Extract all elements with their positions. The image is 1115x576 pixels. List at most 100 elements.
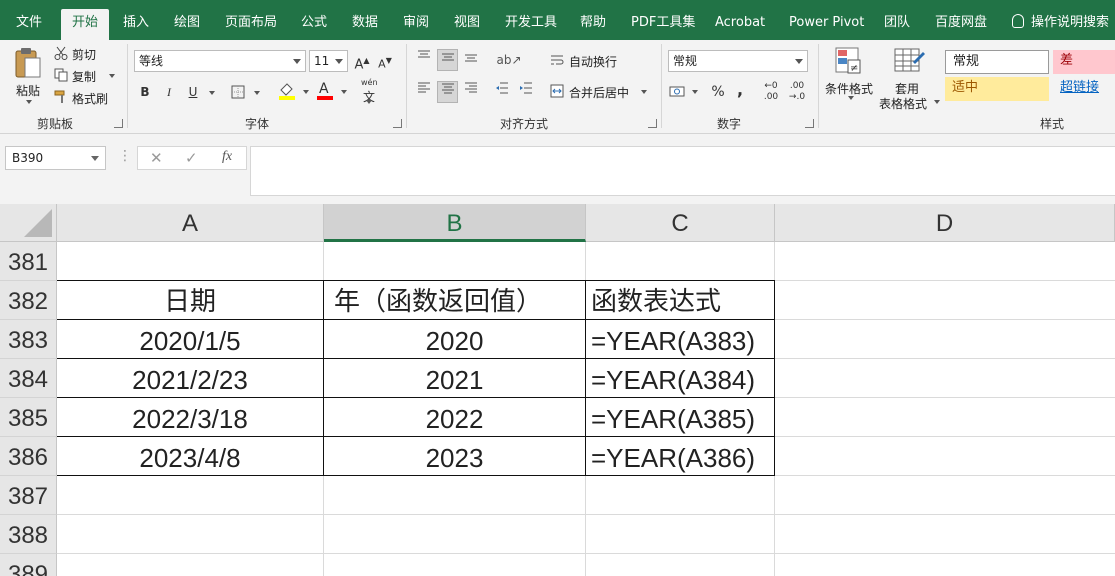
- table-header-formula[interactable]: 函数表达式: [586, 281, 774, 320]
- font-name-combo[interactable]: 等线: [134, 50, 306, 72]
- align-bottom-button[interactable]: [461, 49, 481, 71]
- column-header-d[interactable]: D: [775, 204, 1115, 242]
- row-header[interactable]: 387: [0, 476, 57, 515]
- tab-page-layout[interactable]: 页面布局: [214, 9, 288, 40]
- tab-view[interactable]: 视图: [443, 9, 491, 40]
- lightbulb-icon: [1012, 14, 1024, 28]
- table-cell-date[interactable]: 2021/2/23: [57, 359, 323, 398]
- tab-baidu-netdisk[interactable]: 百度网盘: [924, 9, 998, 40]
- name-box[interactable]: B390: [5, 146, 106, 170]
- column-header-a[interactable]: A: [57, 204, 324, 242]
- borders-button[interactable]: [231, 84, 261, 100]
- paste-icon: [15, 48, 41, 78]
- align-center-button[interactable]: [437, 81, 458, 103]
- style-hyperlink[interactable]: 超链接: [1053, 77, 1115, 101]
- style-bad[interactable]: 差: [1053, 50, 1115, 74]
- table-cell-formula[interactable]: =YEAR(A386): [586, 437, 774, 476]
- tab-draw[interactable]: 绘图: [163, 9, 211, 40]
- style-neutral[interactable]: 适中: [945, 77, 1049, 101]
- tab-review[interactable]: 审阅: [392, 9, 440, 40]
- decrease-indent-button[interactable]: [492, 81, 512, 103]
- table-cell-date[interactable]: 2023/4/8: [57, 437, 323, 476]
- format-painter-button[interactable]: 格式刷: [54, 90, 118, 106]
- formula-input[interactable]: [250, 146, 1115, 196]
- accounting-format-button[interactable]: [669, 84, 701, 100]
- row-header[interactable]: 382: [0, 281, 57, 320]
- underline-button[interactable]: U: [184, 81, 202, 103]
- grow-font-button[interactable]: A▲: [353, 50, 371, 72]
- tab-acrobat[interactable]: Acrobat: [704, 9, 776, 40]
- font-size-combo[interactable]: 11: [309, 50, 348, 72]
- conditional-formatting-button[interactable]: ≠ 条件格式: [823, 46, 875, 108]
- table-cell-formula[interactable]: =YEAR(A385): [586, 398, 774, 437]
- number-launcher-icon[interactable]: [805, 119, 814, 128]
- paste-button[interactable]: 粘贴: [8, 44, 48, 106]
- fill-color-button[interactable]: [278, 82, 310, 102]
- tab-file[interactable]: 文件: [5, 9, 53, 40]
- column-header-c[interactable]: C: [586, 204, 775, 242]
- percent-style-button[interactable]: %: [709, 81, 727, 103]
- align-top-button[interactable]: [414, 49, 434, 71]
- bold-button[interactable]: B: [136, 81, 154, 103]
- insert-function-icon[interactable]: fx: [222, 149, 232, 165]
- row-header[interactable]: 389: [0, 554, 57, 576]
- table-cell-year[interactable]: 2020: [324, 320, 585, 359]
- row-header[interactable]: 386: [0, 437, 57, 476]
- increase-decimal-button[interactable]: ←0.00: [760, 81, 782, 103]
- column-header-b[interactable]: B: [324, 204, 586, 242]
- tab-team[interactable]: 团队: [873, 9, 921, 40]
- table-cell-date[interactable]: 2022/3/18: [57, 398, 323, 437]
- more-options-icon[interactable]: ⋮: [118, 148, 132, 164]
- table-cell-year[interactable]: 2021: [324, 359, 585, 398]
- row-header[interactable]: 383: [0, 320, 57, 359]
- underline-dropdown-icon[interactable]: [209, 91, 215, 95]
- style-normal[interactable]: 常规: [945, 50, 1049, 74]
- gridline: [57, 514, 1115, 515]
- tab-help[interactable]: 帮助: [569, 9, 617, 40]
- alignment-launcher-icon[interactable]: [648, 119, 657, 128]
- increase-indent-button[interactable]: [516, 81, 536, 103]
- number-format-combo[interactable]: 常规: [668, 50, 808, 72]
- enter-icon[interactable]: ✓: [185, 149, 198, 167]
- row-header[interactable]: 381: [0, 242, 57, 281]
- table-cell-date[interactable]: 2020/1/5: [57, 320, 323, 359]
- table-cell-formula[interactable]: =YEAR(A384): [586, 359, 774, 398]
- align-left-button[interactable]: [414, 81, 434, 103]
- table-header-date[interactable]: 日期: [57, 281, 323, 320]
- merge-center-button[interactable]: 合并后居中: [550, 84, 650, 100]
- comma-style-button[interactable]: ,: [733, 79, 747, 101]
- table-cell-formula[interactable]: =YEAR(A383): [586, 320, 774, 359]
- tab-insert[interactable]: 插入: [112, 9, 160, 40]
- clipboard-launcher-icon[interactable]: [114, 119, 123, 128]
- table-cell-year[interactable]: 2023: [324, 437, 585, 476]
- tab-data[interactable]: 数据: [341, 9, 389, 40]
- tab-formulas[interactable]: 公式: [290, 9, 338, 40]
- paste-dropdown-icon: [26, 100, 32, 104]
- row-header[interactable]: 385: [0, 398, 57, 437]
- tab-home[interactable]: 开始: [61, 9, 110, 40]
- row-header[interactable]: 388: [0, 515, 57, 554]
- orientation-button[interactable]: ab↗: [492, 49, 526, 71]
- cut-button[interactable]: 剪切: [54, 46, 114, 62]
- font-color-button[interactable]: A: [316, 81, 348, 102]
- tab-pdf-tools[interactable]: PDF工具集: [620, 9, 706, 40]
- tab-power-pivot[interactable]: Power Pivot: [778, 9, 875, 40]
- wrap-text-button[interactable]: 自动换行: [550, 53, 630, 69]
- select-all-button[interactable]: [0, 204, 57, 242]
- format-as-table-button[interactable]: 套用 表格格式: [877, 46, 940, 111]
- table-header-year[interactable]: 年（函数返回值）: [324, 281, 585, 320]
- tell-me-search[interactable]: 操作说明搜索: [1012, 9, 1109, 36]
- tab-developer[interactable]: 开发工具: [494, 9, 568, 40]
- italic-button[interactable]: I: [160, 81, 178, 103]
- font-launcher-icon[interactable]: [393, 119, 402, 128]
- decrease-decimal-button[interactable]: .00 →.0: [786, 81, 808, 103]
- align-middle-button[interactable]: [437, 49, 458, 71]
- phonetic-guide-button[interactable]: wén 文: [360, 78, 390, 104]
- row-header[interactable]: 384: [0, 359, 57, 398]
- shrink-font-button[interactable]: A▼: [376, 50, 394, 72]
- cancel-icon[interactable]: ✕: [150, 149, 163, 167]
- conditional-formatting-icon: ≠: [835, 47, 861, 74]
- align-right-button[interactable]: [461, 81, 481, 103]
- copy-button[interactable]: 复制: [54, 68, 116, 84]
- table-cell-year[interactable]: 2022: [324, 398, 585, 437]
